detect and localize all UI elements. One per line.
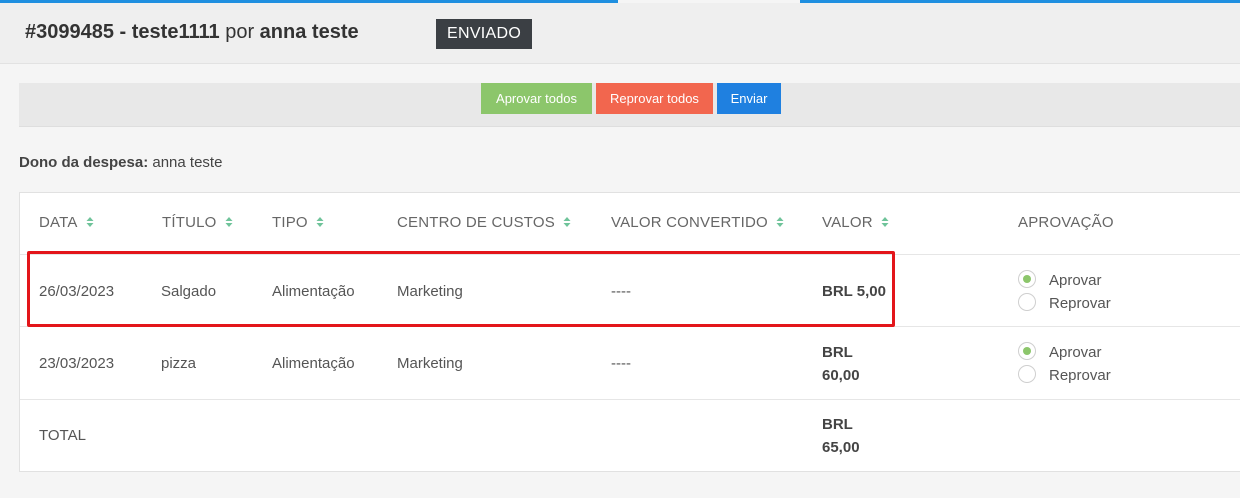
column-header-converted-value[interactable]: VALOR CONVERTIDO: [611, 214, 784, 231]
action-toolbar: Aprovar todos Reprovar todos Enviar: [19, 83, 1240, 127]
column-header-label: TIPO: [272, 214, 308, 231]
total-value-amount: 65,00: [822, 439, 860, 456]
sort-icon[interactable]: [316, 216, 324, 228]
expense-owner-name: anna teste: [152, 154, 223, 171]
by-label: por: [225, 21, 255, 43]
column-header-label: VALOR: [822, 214, 873, 231]
sort-icon[interactable]: [776, 216, 784, 228]
cell-cost-center: Marketing: [397, 283, 463, 300]
row-divider: [20, 399, 1240, 400]
sort-icon[interactable]: [225, 216, 233, 228]
status-badge: ENVIADO: [436, 19, 533, 49]
reject-radio[interactable]: [1018, 293, 1036, 311]
reject-radio-label[interactable]: Reprovar: [1049, 295, 1111, 312]
column-header-label: CENTRO DE CUSTOS: [397, 214, 555, 231]
reject-radio-label[interactable]: Reprovar: [1049, 367, 1111, 384]
reject-radio[interactable]: [1018, 365, 1036, 383]
column-header-label: APROVAÇÃO: [1018, 214, 1114, 231]
total-value-currency: BRL: [822, 416, 853, 433]
column-header-date[interactable]: DATA: [39, 214, 94, 231]
expenses-table: DATA TÍTULO TIPO CENTRO DE CUSTOS VALOR …: [19, 192, 1240, 472]
approve-all-button[interactable]: Aprovar todos: [481, 83, 592, 114]
row-divider: [20, 254, 1240, 255]
cell-type: Alimentação: [272, 283, 355, 300]
cell-date: 23/03/2023: [39, 355, 115, 372]
page-title: #3099485 - teste1111 por anna teste: [25, 21, 359, 44]
cell-title: pizza: [161, 355, 197, 372]
sort-icon[interactable]: [563, 216, 571, 228]
column-header-type[interactable]: TIPO: [272, 214, 324, 231]
approve-radio-label[interactable]: Aprovar: [1049, 344, 1102, 361]
column-header-title[interactable]: TÍTULO: [162, 214, 233, 231]
cell-converted-value: ----: [611, 283, 631, 300]
column-header-label: VALOR CONVERTIDO: [611, 214, 768, 231]
cell-value: BRL 5,00: [822, 283, 886, 300]
expense-report-header: #3099485 - teste1111 por anna teste ENVI…: [0, 3, 1240, 64]
column-header-label: TÍTULO: [162, 214, 217, 231]
total-label: TOTAL: [39, 427, 86, 444]
column-header-approval: APROVAÇÃO: [1018, 214, 1114, 231]
row-divider: [20, 326, 1240, 327]
sort-icon[interactable]: [881, 216, 889, 228]
report-author: anna teste: [259, 21, 359, 43]
column-header-value[interactable]: VALOR: [822, 214, 889, 231]
column-header-cost-center[interactable]: CENTRO DE CUSTOS: [397, 214, 571, 231]
report-id-title: #3099485 - teste1111: [25, 21, 220, 43]
sort-icon[interactable]: [86, 216, 94, 228]
expense-owner-label: Dono da despesa:: [19, 154, 149, 171]
cell-date: 26/03/2023: [39, 283, 115, 300]
approve-radio-label[interactable]: Aprovar: [1049, 272, 1102, 289]
expense-owner: Dono da despesa: anna teste: [19, 154, 222, 171]
cell-cost-center: Marketing: [397, 355, 463, 372]
column-header-label: DATA: [39, 214, 78, 231]
reject-all-button[interactable]: Reprovar todos: [596, 83, 713, 114]
cell-title: Salgado: [161, 283, 217, 300]
cell-type: Alimentação: [272, 355, 355, 372]
cell-value-currency: BRL: [822, 344, 853, 361]
send-button[interactable]: Enviar: [717, 83, 781, 114]
approve-radio[interactable]: [1018, 270, 1036, 288]
approve-radio[interactable]: [1018, 342, 1036, 360]
cell-value-amount: 60,00: [822, 367, 860, 384]
cell-converted-value: ----: [611, 355, 631, 372]
